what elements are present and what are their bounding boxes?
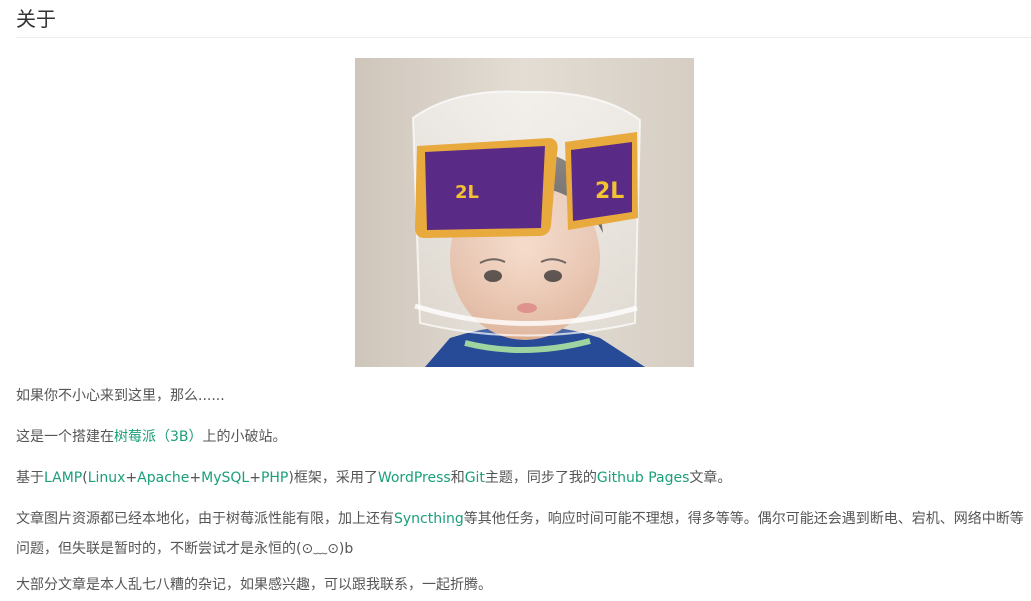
stack-text-5: + bbox=[249, 470, 261, 486]
resources-paragraph: 文章图片资源都已经本地化，由于树莓派性能有限，加上还有Syncthing等其他任… bbox=[16, 504, 1026, 564]
about-page: 关于 2L 2L 如果你不小心来到这里，那么...... 这是一个搭建在树莓派（… bbox=[0, 0, 1031, 601]
stack-text-6: )框架，采用了 bbox=[288, 470, 378, 486]
stack-text-9: 文章。 bbox=[689, 470, 732, 486]
site-text-2: 上的小破站。 bbox=[202, 429, 287, 445]
stack-text-4: + bbox=[189, 470, 202, 486]
bottle-label-front-text: 2L bbox=[455, 182, 479, 203]
github-pages-link[interactable]: Github Pages bbox=[597, 470, 690, 486]
contact-paragraph: 大部分文章是本人乱七八糟的杂记，如果感兴趣，可以跟我联系，一起折腾。 bbox=[16, 570, 1026, 600]
wordpress-link[interactable]: WordPress bbox=[378, 470, 451, 486]
stack-text-3: + bbox=[125, 470, 138, 486]
lamp-link[interactable]: LAMP bbox=[44, 470, 82, 486]
linux-link[interactable]: Linux bbox=[88, 470, 126, 486]
mysql-link[interactable]: MySQL bbox=[201, 470, 249, 486]
site-paragraph: 这是一个搭建在树莓派（3B）上的小破站。 bbox=[16, 422, 1026, 452]
profile-photo: 2L 2L bbox=[355, 58, 694, 367]
stack-text-7: 和 bbox=[450, 470, 465, 486]
bottle-label-front-inner bbox=[425, 146, 545, 230]
git-theme-link[interactable]: Git bbox=[465, 470, 485, 486]
stack-text-1: 基于 bbox=[16, 470, 44, 486]
raspberry-pi-link[interactable]: 树莓派（3B） bbox=[114, 429, 203, 445]
resources-text-1: 文章图片资源都已经本地化，由于树莓派性能有限，加上还有 bbox=[16, 511, 394, 527]
syncthing-link[interactable]: Syncthing bbox=[394, 511, 464, 527]
apache-link[interactable]: Apache bbox=[137, 470, 189, 486]
title-divider bbox=[16, 37, 1031, 38]
contact-text: 大部分文章是本人乱七八糟的杂记，如果感兴趣，可以跟我联系，一起折腾。 bbox=[16, 577, 492, 593]
photo-illustration: 2L 2L bbox=[355, 58, 694, 367]
page-title: 关于 bbox=[16, 7, 56, 31]
site-text-1: 这是一个搭建在 bbox=[16, 429, 114, 445]
php-link[interactable]: PHP bbox=[261, 470, 288, 486]
stack-text-8: 主题，同步了我的 bbox=[484, 470, 597, 486]
stack-paragraph: 基于LAMP(Linux+Apache+MySQL+PHP)框架，采用了Word… bbox=[16, 463, 1026, 493]
intro-text: 如果你不小心来到这里，那么...... bbox=[16, 388, 225, 404]
bottle-label-side-text: 2L bbox=[595, 179, 624, 204]
intro-paragraph: 如果你不小心来到这里，那么...... bbox=[16, 381, 1026, 411]
